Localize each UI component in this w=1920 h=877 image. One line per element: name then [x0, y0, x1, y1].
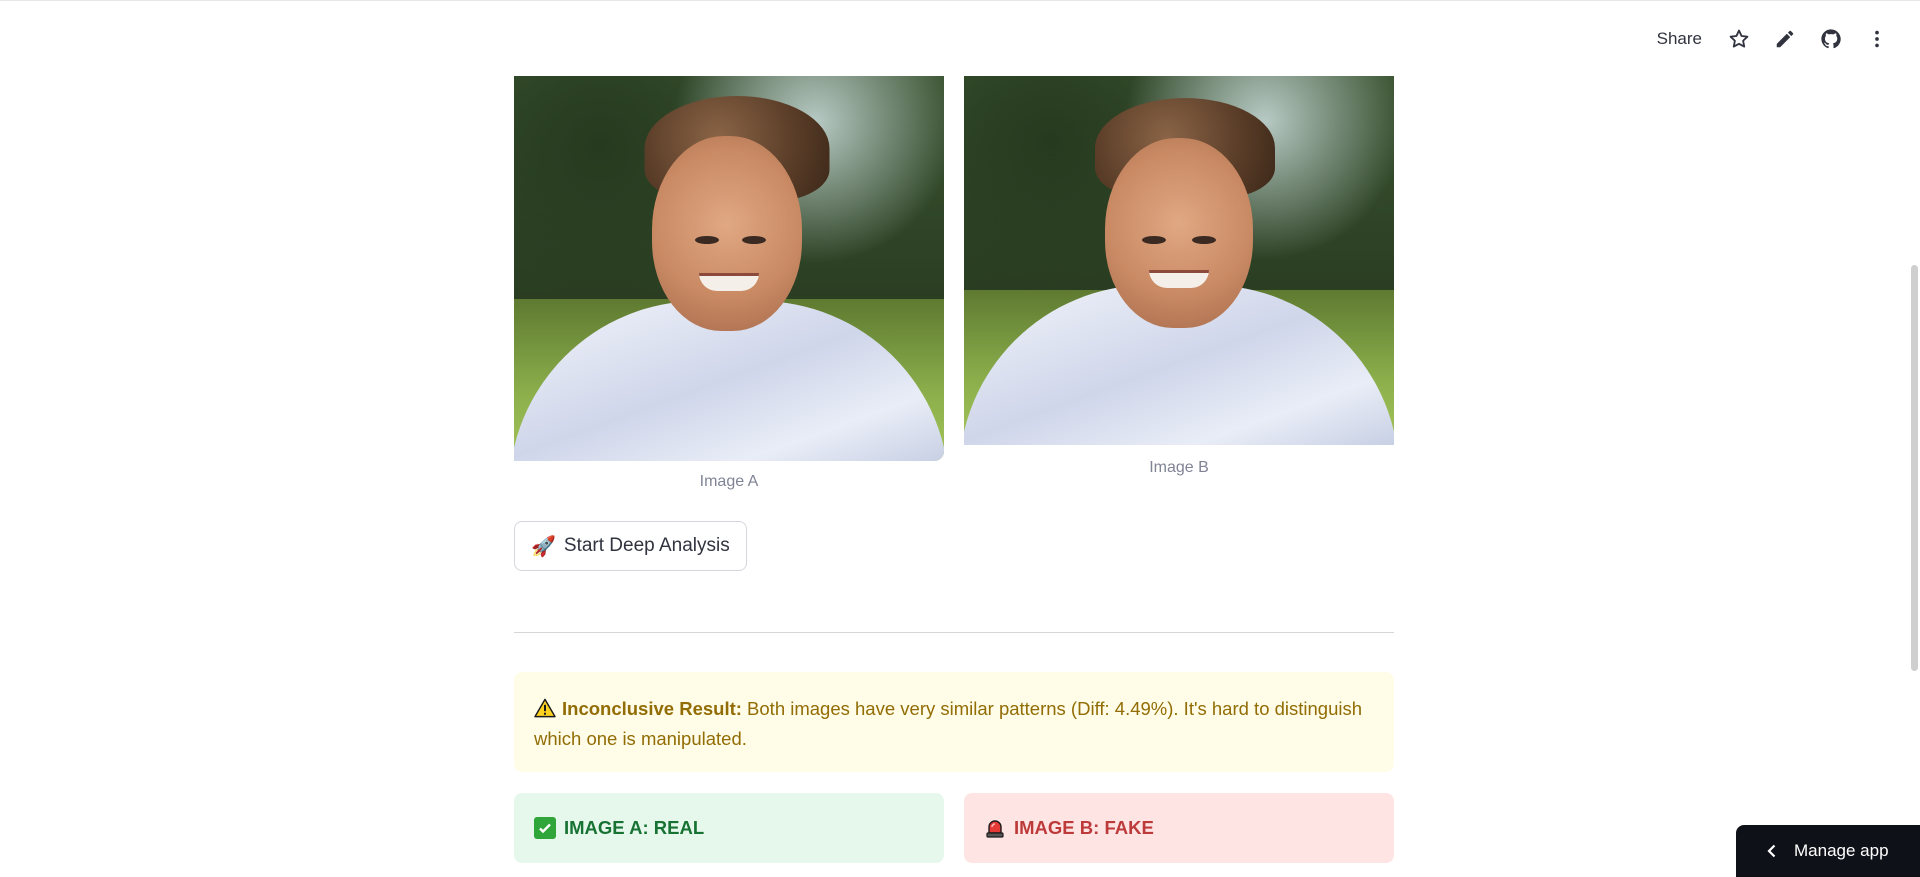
siren-icon [984, 817, 1006, 839]
more-vertical-icon[interactable] [1858, 20, 1896, 58]
image-b-photo [964, 76, 1394, 445]
github-icon[interactable] [1812, 20, 1850, 58]
check-icon [534, 817, 556, 839]
start-deep-analysis-button[interactable]: 🚀 Start Deep Analysis [514, 521, 747, 571]
rocket-icon: 🚀 [531, 535, 556, 558]
image-a-result-label: IMAGE A: REAL [564, 817, 705, 838]
alert-title: Inconclusive Result: [562, 698, 742, 719]
chevron-left-icon [1767, 844, 1776, 858]
main-content: Image A Image B 🚀 Start Deep Analysis In… [514, 0, 1394, 877]
share-button[interactable]: Share [1647, 23, 1712, 55]
image-b-result-label: IMAGE B: FAKE [1014, 817, 1154, 838]
image-a-column: Image A [514, 76, 944, 491]
page-scrollbar[interactable] [1911, 265, 1918, 671]
manage-app-label: Manage app [1794, 841, 1889, 860]
pencil-icon[interactable] [1766, 20, 1804, 58]
image-a-result: IMAGE A: REAL [514, 793, 944, 863]
inconclusive-alert: Inconclusive Result: Both images have ve… [514, 672, 1394, 772]
star-icon[interactable] [1720, 20, 1758, 58]
warning-icon [534, 698, 556, 718]
manage-app-button[interactable]: Manage app [1736, 825, 1920, 877]
image-a-caption: Image A [699, 473, 759, 490]
image-a-photo [514, 76, 944, 461]
app-toolbar: Share [1647, 20, 1896, 58]
image-b-column: Image B [964, 76, 1394, 477]
section-divider [514, 632, 1394, 633]
start-deep-analysis-label: Start Deep Analysis [563, 535, 730, 556]
image-b-result: IMAGE B: FAKE [964, 793, 1394, 863]
image-b-caption: Image B [1149, 459, 1209, 476]
